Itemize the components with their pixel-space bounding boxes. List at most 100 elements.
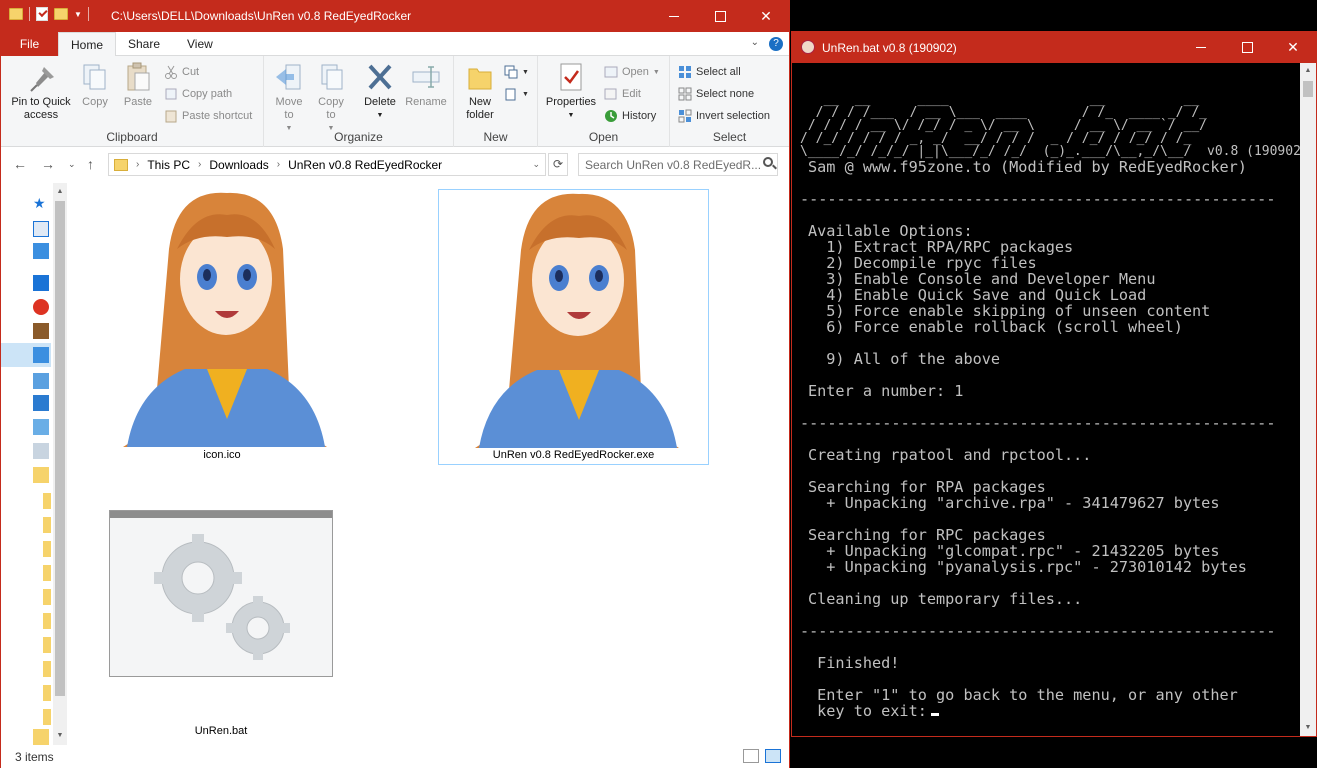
console-scrollbar-thumb[interactable] <box>1303 81 1313 97</box>
recycle-bin-icon[interactable] <box>33 443 49 459</box>
mega-app-icon[interactable] <box>33 299 49 315</box>
large-icons-view-icon[interactable] <box>765 749 781 763</box>
history-button[interactable]: History <box>604 107 656 125</box>
scroll-down-icon[interactable]: ▼ <box>53 729 67 743</box>
folder-icon[interactable] <box>33 467 49 483</box>
file-tile-icon-ico[interactable]: icon.ico <box>107 189 337 465</box>
drive-nav-icon[interactable] <box>33 275 49 291</box>
folder-icon[interactable] <box>43 589 51 605</box>
address-bar[interactable]: › This PC › Downloads › UnRen v0.8 RedEy… <box>108 153 546 176</box>
minimize-button[interactable] <box>651 1 697 32</box>
batch-window-thumbnail <box>109 510 333 677</box>
tab-view[interactable]: View <box>175 32 225 56</box>
tab-home[interactable]: Home <box>58 32 117 57</box>
tab-share[interactable]: Share <box>116 32 172 56</box>
breadcrumb-this-pc[interactable]: This PC <box>147 158 190 172</box>
paste-shortcut-icon <box>164 109 178 123</box>
folder-icon[interactable] <box>43 493 51 509</box>
rename-button[interactable]: Rename <box>403 61 449 109</box>
console-title-bar[interactable]: UnRen.bat v0.8 (190902) ✕ <box>792 32 1316 63</box>
select-none-button[interactable]: Select none <box>678 85 754 103</box>
maximize-button[interactable] <box>1224 32 1270 63</box>
paste-button[interactable]: Paste <box>119 61 157 109</box>
folder-icon[interactable] <box>43 517 51 533</box>
new-folder-button[interactable]: New folder <box>460 61 500 122</box>
scroll-down-icon[interactable]: ▼ <box>1300 721 1316 735</box>
scroll-up-icon[interactable]: ▲ <box>53 185 67 199</box>
open-group-label: Open <box>588 130 619 144</box>
exit-prompt-line: Enter "1" to go back to the menu, or any… <box>808 686 1238 704</box>
folder-icon[interactable] <box>43 613 51 629</box>
invert-selection-button[interactable]: Invert selection <box>678 107 770 125</box>
folder-icon[interactable] <box>43 637 51 653</box>
control-panel-icon[interactable] <box>33 419 49 435</box>
copy-to-button[interactable]: Copy to ▼ <box>314 61 348 135</box>
quick-access-toolbar: ▼ <box>9 7 89 21</box>
paste-shortcut-button[interactable]: Paste shortcut <box>164 107 252 125</box>
properties-button[interactable]: Properties ▼ <box>542 61 600 122</box>
explorer-title-bar[interactable]: ▼ C:\Users\DELL\Downloads\UnRen v0.8 Red… <box>1 1 789 32</box>
easy-access-button[interactable]: ▼ <box>504 85 529 103</box>
cut-button[interactable]: Cut <box>164 63 199 81</box>
tab-file[interactable]: File <box>1 32 58 56</box>
rename-icon <box>411 61 441 93</box>
copy-icon <box>80 61 110 93</box>
open-button[interactable]: Open ▼ <box>604 63 660 81</box>
console-scrollbar[interactable]: ▲ ▼ <box>1300 63 1316 736</box>
scroll-up-icon[interactable]: ▲ <box>1300 64 1316 78</box>
close-button[interactable]: ✕ <box>743 1 789 32</box>
refresh-icon[interactable]: ⟳ <box>548 153 568 176</box>
organize-group: Move to ▼ Copy to ▼ Delete ▼ Rename Orga… <box>264 56 454 147</box>
breadcrumb-current-folder[interactable]: UnRen v0.8 RedEyedRocker <box>288 158 442 172</box>
nav-scrollbar[interactable]: ▲ ▼ <box>53 183 67 745</box>
new-item-button[interactable]: ▼ <box>504 63 529 81</box>
select-all-button[interactable]: Select all <box>678 63 741 81</box>
copy-path-icon <box>164 87 178 101</box>
recent-locations-chevron-icon[interactable]: ⌄ <box>68 159 76 170</box>
copy-to-icon <box>316 61 346 93</box>
file-tile-unren-bat[interactable]: UnRen.bat <box>109 510 333 740</box>
expand-ribbon-icon[interactable]: ⌄ <box>751 37 759 51</box>
game-app-icon[interactable] <box>33 323 49 339</box>
folder-icon[interactable] <box>43 565 51 581</box>
new-folder-quick-icon[interactable] <box>54 8 68 20</box>
folder-icon[interactable] <box>43 709 51 725</box>
text-cursor <box>930 713 939 716</box>
this-pc-icon[interactable] <box>33 347 49 363</box>
search-input[interactable]: Search UnRen v0.8 RedEyedR... <box>578 153 778 176</box>
customize-toolbar-dropdown-icon[interactable]: ▼ <box>74 10 82 19</box>
file-tile-unren-exe[interactable]: UnRen v0.8 RedEyedRocker.exe <box>438 189 709 465</box>
copy-button[interactable]: Copy <box>78 61 112 109</box>
delete-button[interactable]: Delete ▼ <box>361 61 399 122</box>
back-arrow-icon[interactable]: ← <box>13 156 27 172</box>
maximize-button[interactable] <box>697 1 743 32</box>
help-icon[interactable]: ? <box>769 37 783 51</box>
breadcrumb-downloads[interactable]: Downloads <box>209 158 268 172</box>
forward-arrow-icon[interactable]: → <box>41 156 55 172</box>
move-to-button[interactable]: Move to ▼ <box>272 61 306 135</box>
library-icon[interactable] <box>33 373 49 389</box>
network-icon[interactable] <box>33 395 49 411</box>
exit-prompt-line: key to exit: <box>808 703 939 719</box>
edit-button[interactable]: Edit <box>604 85 641 103</box>
minimize-button[interactable] <box>1178 32 1224 63</box>
folder-icon[interactable] <box>43 541 51 557</box>
folder-icon[interactable] <box>33 729 49 745</box>
address-dropdown-icon[interactable]: ⌄ <box>532 159 540 170</box>
pin-to-quick-access-button[interactable]: Pin to Quick access <box>7 61 75 122</box>
monitor-nav-icon[interactable] <box>33 243 49 259</box>
details-view-icon[interactable] <box>743 749 759 763</box>
copy-path-button[interactable]: Copy path <box>164 85 232 103</box>
up-arrow-icon[interactable]: ↑ <box>87 156 94 172</box>
folder-icon[interactable] <box>43 685 51 701</box>
close-button[interactable]: ✕ <box>1270 32 1316 63</box>
properties-quick-icon[interactable] <box>36 7 48 21</box>
desktop-nav-icon[interactable] <box>33 221 49 237</box>
prompt-line: Enter a number: 1 <box>808 382 964 400</box>
console-output[interactable]: __ __ ____ __ __ / / / /___ / __ \___ __… <box>792 63 1309 736</box>
status-line: Searching for RPC packages <box>808 526 1046 544</box>
folder-icon[interactable] <box>43 661 51 677</box>
quick-access-star-icon[interactable]: ★ <box>33 195 49 211</box>
nav-scrollbar-thumb[interactable] <box>55 201 65 696</box>
folder-icon <box>114 158 128 171</box>
